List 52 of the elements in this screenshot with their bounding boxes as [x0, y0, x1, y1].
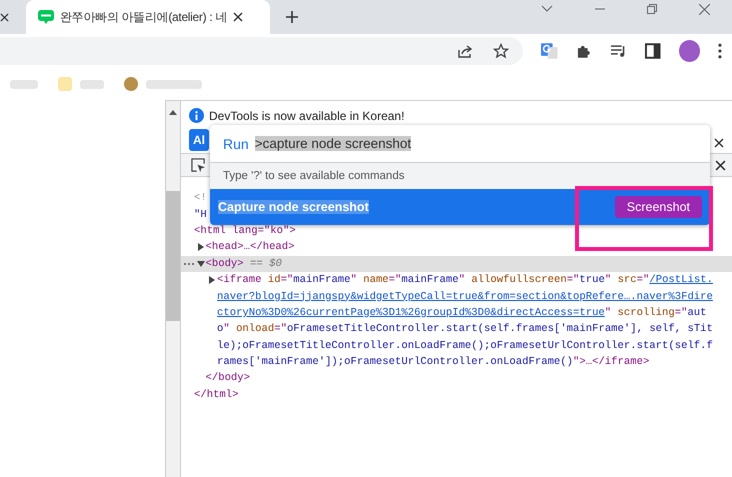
code-line: <body> == $0	[206, 258, 282, 270]
hint-text: Type '?' to see available commands	[210, 163, 710, 189]
scroll-up-icon[interactable]	[169, 110, 177, 115]
tab-title: 완쭈아빠의 아뜰리에(atelier) : 네	[60, 8, 228, 26]
code-link[interactable]: /PostList.	[649, 274, 713, 286]
language-button[interactable]: Al	[189, 129, 209, 151]
browser-tab[interactable]: 완쭈아빠의 아뜰리에(atelier) : 네	[26, 0, 270, 34]
code-line: le);oFramesetTitleController.onLoadFrame();oFramesetUrlController.start(self.f	[217, 340, 713, 352]
puzzle-icon[interactable]	[576, 43, 592, 59]
playlist-icon[interactable]	[610, 44, 628, 58]
chevron-down-icon[interactable]	[541, 5, 553, 13]
minimize-icon[interactable]	[595, 8, 605, 10]
more-icon[interactable]	[184, 262, 194, 265]
code-line: </html>	[194, 388, 239, 401]
collapsed-triangle-icon[interactable]	[196, 243, 204, 252]
code-line: o" onload="oFramesetTitleController.start(self.frames['mainFrame'], self, sTit	[217, 323, 713, 336]
close-icon[interactable]	[233, 12, 244, 22]
side-panel-icon[interactable]	[645, 43, 661, 59]
code-line: </body>	[206, 372, 250, 384]
scrollbar-thumb[interactable]	[166, 191, 180, 321]
code-line: "H	[194, 208, 207, 221]
code-link[interactable]: naver?blogId=jjangspy&widgetTypeCall=true&from=section&topRefere….naver%3Fdire	[217, 290, 713, 303]
code-line: ctoryNo%3D0%26currentPage%3D1%26groupId%3D0&directAccess=true" scrolling="aut	[217, 306, 707, 319]
code-line: <head>…</head>	[206, 241, 295, 254]
close-icon[interactable]	[0, 13, 9, 22]
star-icon[interactable]	[493, 43, 510, 59]
collapsed-triangle-icon[interactable]	[208, 276, 216, 284]
command-item[interactable]: Capture node screenshot Screenshot	[210, 189, 710, 225]
expanded-triangle-icon[interactable]	[196, 260, 204, 268]
menu-icon[interactable]	[718, 43, 722, 59]
command-input[interactable]: >capture node screenshot	[254, 136, 412, 151]
code-line: rames['mainFrame']);oFramesetUrlController.onLoadFrame()">…</iframe>	[217, 356, 650, 368]
selected-row[interactable]: <body> == $0	[181, 256, 732, 272]
blurred-favicon-icon[interactable]	[124, 77, 138, 91]
share-icon[interactable]	[457, 43, 474, 59]
restore-icon[interactable]	[647, 4, 657, 14]
code-line: <iframe id="mainFrame" name="mainFrame" allowfullscreen="true" src="/PostList.	[217, 274, 713, 286]
info-message: DevTools is now available in Korean!	[209, 108, 404, 122]
blog-favicon-icon	[38, 10, 54, 24]
scrollbar[interactable]	[166, 101, 180, 477]
close-icon[interactable]	[715, 160, 726, 170]
run-label: Run	[223, 136, 249, 152]
code-line: <html lang="ko">	[194, 224, 296, 237]
new-tab-icon[interactable]	[286, 11, 298, 23]
translate-icon[interactable]	[541, 42, 558, 60]
close-icon[interactable]	[714, 138, 724, 148]
code-link[interactable]: ctoryNo%3D0%26currentPage%3D1%26groupId%3D0&directAccess=true	[217, 306, 605, 319]
code-line: <!	[194, 192, 207, 204]
info-icon	[189, 108, 204, 123]
profile-avatar[interactable]	[678, 40, 700, 62]
inspect-icon[interactable]	[191, 158, 206, 172]
category-badge: Screenshot	[614, 196, 702, 218]
